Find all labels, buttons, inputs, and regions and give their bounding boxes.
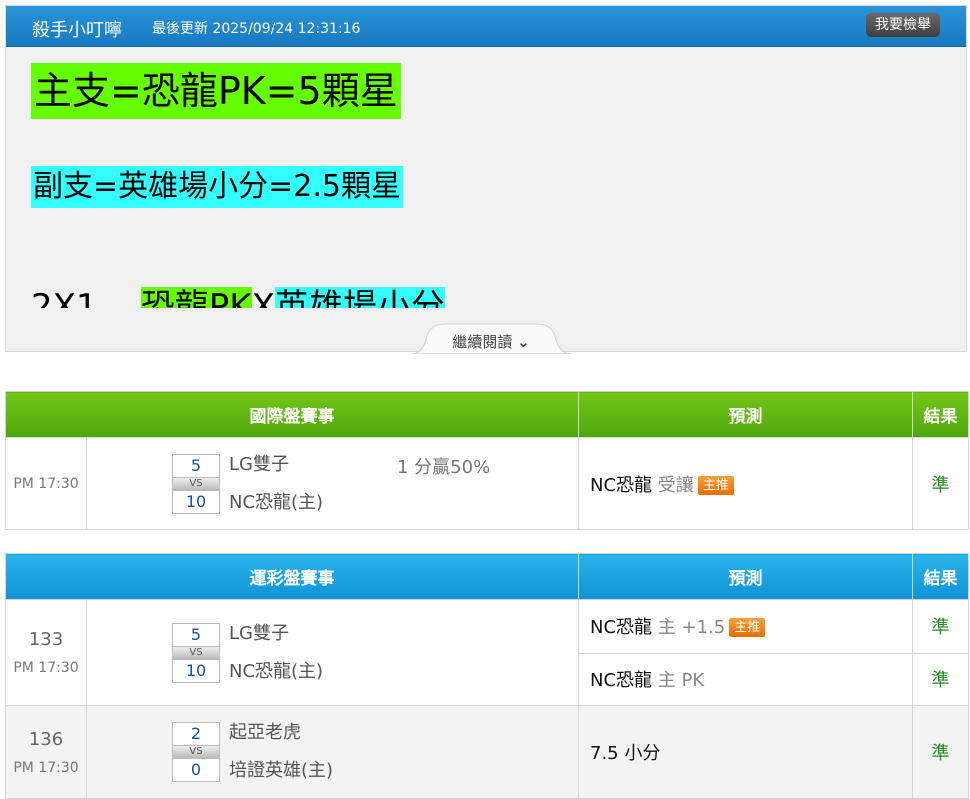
secondary-pick-text: 副支=英雄場小分=2.5顆星 [31, 166, 403, 208]
score-home: 10 [172, 489, 220, 514]
match-cell: 5 VS 10 LG雙子 NC恐龍(主) 1 分贏50% [86, 437, 579, 530]
result-cell: 準 [912, 437, 969, 530]
parlay-text: 2X1 恐龍PKX英雄場小分 [31, 284, 445, 308]
result-cell: 準 [912, 705, 969, 799]
article-body: 主支=恐龍PK=5顆星 副支=英雄場小分=2.5顆星 2X1 恐龍PKX英雄場小… [6, 46, 966, 308]
pred-team: NC恐龍 [590, 670, 653, 692]
pred-team: NC恐龍 [590, 617, 653, 639]
main-pick-text: 主支=恐龍PK=5顆星 [31, 63, 401, 119]
intl-table: 國際盤賽事 預測 結果 PM 17:30 5 VS 10 LG雙子 NC恐龍(主… [5, 391, 969, 530]
prediction-cell: NC恐龍 主 +1.5 主推 [578, 599, 913, 654]
parlay-cyan-part: 英雄場小分 [274, 287, 445, 308]
pred-team: NC恐龍 [590, 474, 653, 496]
score-away: 5 [172, 453, 220, 478]
chevron-down-icon: ⌄ [517, 333, 530, 351]
team-away: LG雙子 [229, 453, 289, 475]
result-cell: 準 [912, 599, 969, 654]
pred-detail: 主 PK [652, 670, 705, 692]
article-card: 殺手小叮嚀 最後更新 2025/09/24 12:31:16 我要檢舉 主支=恐… [5, 5, 967, 354]
team-away: LG雙子 [229, 622, 289, 644]
last-updated: 最後更新 2025/09/24 12:31:16 [152, 21, 361, 37]
intl-col-result: 結果 [912, 391, 969, 438]
game-time: PM 17:30 [5, 437, 87, 530]
game-info: 136 PM 17:30 [5, 705, 87, 799]
article-header: 殺手小叮嚀 最後更新 2025/09/24 12:31:16 我要檢舉 [6, 6, 966, 47]
team-away: 起亞老虎 [229, 722, 301, 743]
score-box: 5 VS 10 [172, 453, 220, 514]
game-id: 136 [28, 728, 64, 750]
sports-col-prediction: 預測 [578, 553, 913, 600]
game-time: PM 17:30 [13, 759, 79, 776]
sports-header-row: 運彩盤賽事 預測 結果 [5, 553, 969, 600]
intl-col-match: 國際盤賽事 [5, 391, 579, 438]
game-info: 133 PM 17:30 [5, 599, 87, 706]
team-names: 起亞老虎 培證英雄(主) [229, 714, 333, 790]
team-home: NC恐龍(主) [229, 491, 324, 513]
parlay-mid: X [251, 287, 275, 308]
sports-col-result: 結果 [912, 553, 969, 600]
table-row: 133 PM 17:30 5 VS 10 LG雙子 NC恐龍(主) NC恐龍 主… [5, 599, 969, 706]
table-row: 136 PM 17:30 2 VS 0 起亞老虎 培證英雄(主) 7.5 小分 … [5, 705, 969, 799]
team-names: LG雙子 NC恐龍(主) [229, 446, 323, 522]
intl-header-row: 國際盤賽事 預測 結果 [5, 391, 969, 438]
sports-col-match: 運彩盤賽事 [5, 553, 579, 600]
intl-col-prediction: 預測 [578, 391, 913, 438]
sports-table: 運彩盤賽事 預測 結果 133 PM 17:30 5 VS 10 LG雙子 NC… [5, 553, 969, 799]
table-row: PM 17:30 5 VS 10 LG雙子 NC恐龍(主) 1 分贏50% NC… [5, 437, 969, 530]
pred-detail: 受讓 [652, 474, 694, 496]
vs-label: VS [172, 746, 220, 758]
main-pick-badge: 主推 [697, 475, 734, 495]
result-cell: 準 [912, 652, 969, 706]
vs-label: VS [172, 477, 220, 490]
team-home: 培證英雄(主) [229, 760, 334, 781]
score-away: 2 [172, 722, 220, 746]
prediction-cell: 7.5 小分 [578, 705, 913, 799]
score-home: 0 [172, 758, 220, 782]
prediction-cell: NC恐龍 主 PK [578, 652, 913, 706]
match-cell: 2 VS 0 起亞老虎 培證英雄(主) [86, 705, 579, 799]
parlay-prefix: 2X1 [31, 287, 141, 308]
score-home: 10 [172, 658, 220, 683]
game-id: 133 [28, 629, 64, 650]
match-cell: 5 VS 10 LG雙子 NC恐龍(主) [86, 599, 579, 706]
game-time: PM 17:30 [13, 660, 79, 676]
report-button[interactable]: 我要檢舉 [866, 13, 940, 37]
author-name[interactable]: 殺手小叮嚀 [32, 16, 122, 42]
score-box: 2 VS 0 [172, 722, 220, 782]
vs-label: VS [172, 646, 220, 659]
score-box: 5 VS 10 [172, 622, 220, 683]
parlay-green-part: 恐龍PK [140, 287, 252, 308]
team-home: NC恐龍(主) [229, 660, 324, 682]
main-pick-badge: 主推 [729, 618, 766, 638]
prediction-cell: NC恐龍 受讓 主推 [578, 437, 913, 530]
read-more-button[interactable]: 繼續閱讀 ⌄ [411, 322, 571, 354]
score-away: 5 [172, 622, 220, 647]
team-names: LG雙子 NC恐龍(主) [229, 615, 323, 691]
pred-detail: 主 +1.5 [652, 617, 726, 639]
handicap-note: 1 分贏50% [397, 457, 491, 478]
read-more-label: 繼續閱讀 ⌄ [452, 333, 530, 351]
